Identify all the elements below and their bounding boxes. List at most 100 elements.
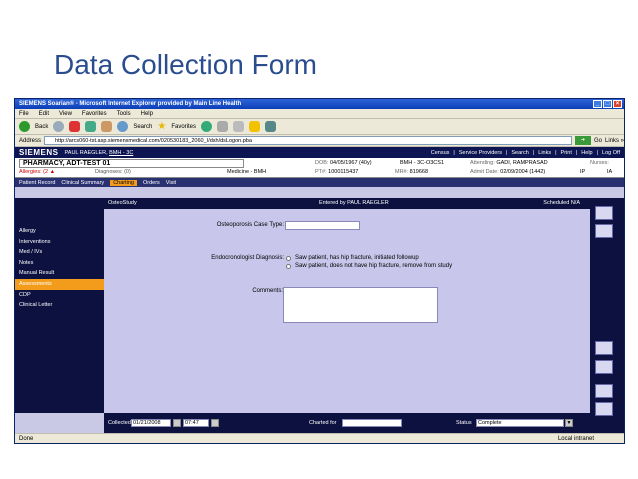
calendar-icon[interactable] [173,419,181,427]
mail-icon[interactable] [233,121,245,132]
charting-sidebar: Allergy Interventions Med / IVs Notes Ma… [15,198,104,413]
sidebar-item-med-ivs[interactable]: Med / IVs [15,247,104,258]
sign-pen-icon[interactable] [595,402,613,416]
census-link[interactable]: Census [431,150,450,156]
arrows-icon[interactable] [595,224,613,238]
form-footer: Collected 01/21/2008 07:47 Charted for S… [104,413,590,434]
endo-option-2-radio[interactable] [286,264,291,269]
notebook-icon[interactable] [595,206,613,220]
tab-patient-record[interactable]: Patient Record [19,180,55,186]
status-select[interactable]: Complete [476,419,564,427]
links-button[interactable]: Links » [605,138,624,144]
time-spinner-icon[interactable] [211,419,219,427]
charted-for-input[interactable] [342,419,402,427]
case-type-input[interactable] [285,221,360,230]
allergies[interactable]: Allergies: (2 ▲ [19,169,55,175]
sidebar-item-notes[interactable]: Notes [15,258,104,269]
back-button[interactable]: Back [35,124,48,130]
mr-number: MR#: 819668 [395,169,429,175]
list-add-icon[interactable] [595,341,613,355]
search-link[interactable]: Search [511,150,528,156]
comments-textarea[interactable] [283,287,438,323]
menu-file[interactable]: File [19,109,29,118]
current-user: PAUL RAEGLER, [64,149,108,156]
document-icon[interactable] [595,360,613,374]
history-icon[interactable] [217,121,229,132]
siemens-logo: SIEMENS [19,148,59,157]
window-titlebar: SIEMENS Soarian® - Microsoft Internet Ex… [15,99,624,109]
go-arrow-icon[interactable]: ➜ [574,136,591,145]
minimize-button[interactable]: _ [593,100,602,108]
entered-by: Entered by PAUL RAEGLER [319,200,389,206]
pt-number: PT#: 1000115437 [315,169,359,175]
go-button[interactable]: Go [594,138,602,144]
folder-icon[interactable] [249,121,261,132]
comments-label: Comments: [252,288,283,294]
favorites-button[interactable]: Favorites [171,124,196,130]
warning-icon: ▲ [49,169,56,175]
tab-clinical-summary[interactable]: Clinical Summary [61,180,104,186]
patient-name[interactable]: PHARMACY, ADT-TEST 01 [19,159,244,168]
chevron-down-icon[interactable]: ▼ [565,419,573,427]
tab-visit[interactable]: Visit [166,180,176,186]
log-off-link[interactable]: Log Off [602,150,620,156]
scheduled: Scheduled N/A [543,200,580,206]
status-done: Done [19,436,34,442]
endo-option-1-label: Saw patient, has hip fracture, initiated… [295,255,419,261]
favorites-star-icon[interactable]: ★ [157,121,166,132]
patient-banner: PHARMACY, ADT-TEST 01 Allergies: (2 ▲ Di… [15,158,624,178]
service-providers-link[interactable]: Service Providers [459,150,502,156]
address-label: Address [19,137,42,144]
messenger-icon[interactable] [265,121,277,132]
save-disk-icon[interactable] [595,384,613,398]
links-link[interactable]: Links [538,150,551,156]
collected-time-input[interactable]: 07:47 [183,419,209,427]
form-name: OsteoStudy [108,200,137,206]
sidebar-item-manual-result[interactable]: Manual Result [15,268,104,279]
browser-status-bar: Done Local intranet [15,433,624,443]
back-arrow-icon[interactable] [19,121,30,132]
print-link[interactable]: Print [561,150,572,156]
sidebar-item-assessments[interactable]: Assessments [15,278,104,290]
slide-title: Data Collection Form [54,49,317,80]
menu-tools[interactable]: Tools [117,109,131,118]
address-input[interactable]: http://arcs060-tst.asp.siemensmedical.co… [44,136,572,145]
home-icon[interactable] [101,121,113,132]
help-link[interactable]: Help [581,150,592,156]
refresh-icon[interactable] [85,121,97,132]
window-title: SIEMENS Soarian® - Microsoft Internet Ex… [19,101,242,107]
media-icon[interactable] [201,121,213,132]
collected-label: Collected [108,420,131,426]
browser-toolbar: Back Search ★ Favorites [15,119,624,135]
forward-arrow-icon[interactable] [53,121,65,132]
endo-option-1-radio[interactable] [286,256,291,261]
dob-field: DOB: 04/05/1967 (40y) [315,160,372,166]
diagnoses[interactable]: Diagnoses: (0) [95,169,131,175]
user-location-link[interactable]: BMH - 3C [109,150,133,156]
maximize-button[interactable]: □ [603,100,612,108]
ip-label: IP [580,169,586,175]
address-bar: Address http://arcs060-tst.asp.siemensme… [15,135,624,147]
menu-bar: File Edit View Favorites Tools Help [15,109,624,119]
menu-favorites[interactable]: Favorites [82,109,107,118]
menu-edit[interactable]: Edit [39,109,49,118]
tab-charting[interactable]: Charting [110,179,137,186]
tab-orders[interactable]: Orders [143,180,160,186]
right-action-panel [590,198,624,434]
sidebar-item-interventions[interactable]: Interventions [15,237,104,248]
sidebar-item-clinical-letter[interactable]: Clinical Letter [15,300,104,311]
attending: Attending: GADI, RAMPRASAD [470,160,548,166]
sidebar-item-allergy[interactable]: Allergy [15,226,104,237]
menu-view[interactable]: View [59,109,72,118]
collected-date-input[interactable]: 01/21/2008 [131,419,171,427]
case-type-label: Osteoporosis Case Type: [216,222,284,228]
search-icon[interactable] [117,121,129,132]
app-tabs: Patient Record Clinical Summary Charting… [15,178,624,187]
menu-help[interactable]: Help [141,109,153,118]
search-button[interactable]: Search [133,124,152,130]
close-button[interactable]: × [613,100,622,108]
endo-diagnosis-label: Endocronologist Diagnosis: [211,255,284,261]
stop-icon[interactable] [69,121,81,132]
admit-date: Admit Date: 02/09/2004 (1442) [470,169,546,175]
sidebar-item-cdp[interactable]: CDP [15,290,104,301]
